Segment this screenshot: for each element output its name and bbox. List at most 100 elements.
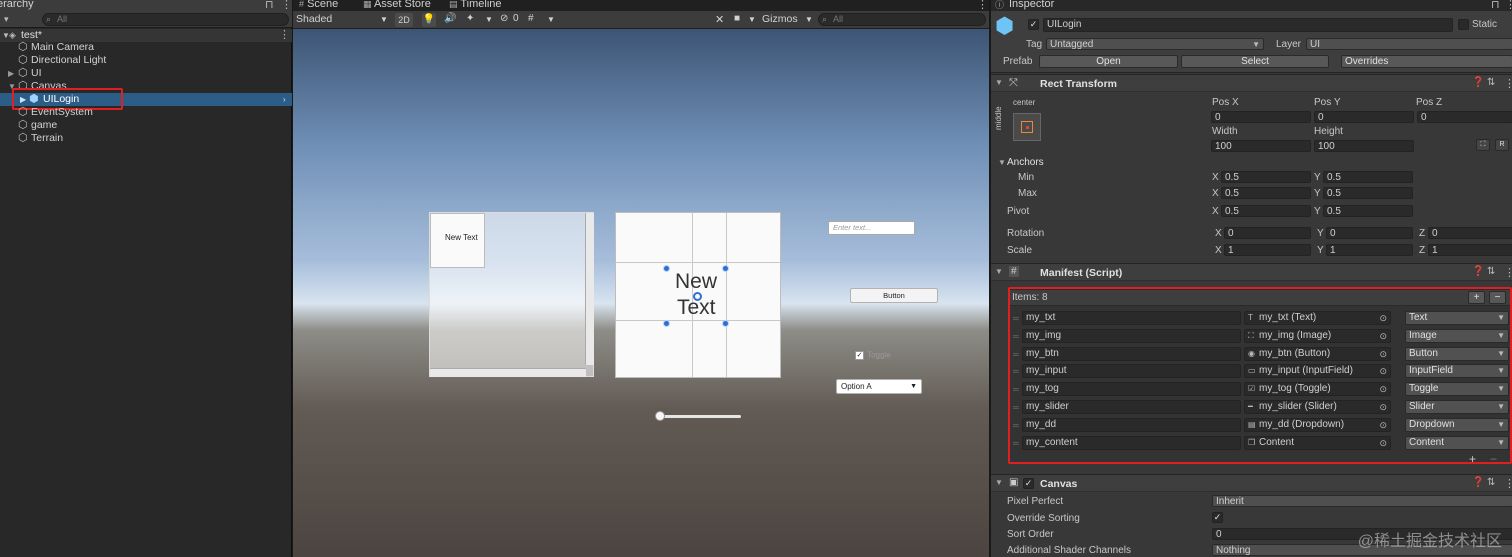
component-menu-icon[interactable]: ⋮ (1504, 479, 1512, 490)
slider-preview[interactable] (655, 411, 741, 421)
scroll-view-preview[interactable]: New Text (429, 212, 594, 377)
hierarchy-tab[interactable]: erarchy ⊓ ⋮ (0, 0, 292, 12)
chevron-down-icon[interactable]: ▼ (547, 15, 555, 24)
preset-icon[interactable]: ⇅ (1487, 77, 1495, 88)
inspector-tab[interactable]: ⓘ Inspector ⊓ ⋮ (991, 0, 1512, 11)
scene-menu-icon[interactable]: ⋮ (279, 30, 290, 41)
toggle-2d-button[interactable]: 2D (395, 13, 413, 27)
pos-y-field[interactable]: 0 (1314, 111, 1414, 123)
slider-handle[interactable] (655, 411, 665, 421)
tab-scene[interactable]: # Scene (299, 0, 338, 10)
override-sorting-checkbox[interactable]: ✓ (1212, 512, 1223, 523)
grid-snap-icon[interactable]: # (528, 13, 534, 24)
effects-icon[interactable]: ✦ (466, 13, 474, 24)
width-field[interactable]: 100 (1211, 140, 1311, 152)
dropdown-preview[interactable]: Option A ▼ (836, 379, 922, 394)
blueprint-mode-icon[interactable]: ⛶ (1476, 139, 1490, 151)
manifest-header[interactable]: ▼ # Manifest (Script) ❓ ⇅ ⋮ (991, 263, 1512, 281)
expand-arrow-icon[interactable]: ▶ (8, 67, 14, 80)
tab-asset-store[interactable]: ▦ Asset Store (363, 0, 431, 10)
resize-handle[interactable] (722, 265, 729, 272)
anchor-max-x-field[interactable]: 0.5 (1221, 187, 1311, 199)
tools-icon[interactable]: ✕ (715, 13, 724, 26)
scene-menu-icon[interactable]: ⋮ (977, 0, 988, 11)
layer-dropdown[interactable]: UI (1306, 38, 1512, 50)
raw-edit-button[interactable]: R (1495, 139, 1509, 151)
rotation-y-field[interactable]: 0 (1326, 227, 1413, 239)
anchor-preset-button[interactable] (1013, 113, 1041, 141)
tab-timeline[interactable]: ▤ Timeline (449, 0, 502, 10)
collapse-arrow-icon[interactable]: ▼ (995, 267, 1003, 276)
preset-icon[interactable]: ⇅ (1487, 477, 1495, 488)
tag-dropdown[interactable]: Untagged ▼ (1046, 38, 1264, 50)
prefab-select-button[interactable]: Select (1181, 55, 1329, 68)
component-menu-icon[interactable]: ⋮ (1504, 79, 1512, 90)
audio-icon[interactable]: 🔊 (444, 13, 456, 24)
hierarchy-item-directional-light[interactable]: ⬡ Directional Light (0, 54, 292, 67)
toggle-preview[interactable]: ✓ Toggle (855, 349, 891, 361)
input-field-preview[interactable]: Enter text... (828, 221, 915, 235)
vertical-scrollbar[interactable] (585, 213, 594, 365)
scale-z-field[interactable]: 1 (1428, 244, 1512, 256)
anchor-max-y-field[interactable]: 0.5 (1323, 187, 1413, 199)
canvas-enabled-checkbox[interactable]: ✓ (1023, 478, 1034, 489)
pivot-y-field[interactable]: 0.5 (1323, 205, 1413, 217)
height-field[interactable]: 100 (1314, 140, 1414, 152)
pivot-x-field[interactable]: 0.5 (1221, 205, 1311, 217)
lock-icon[interactable]: ⊓ (1491, 0, 1500, 11)
gizmos-button[interactable]: Gizmos (762, 13, 798, 25)
resize-handle[interactable] (722, 320, 729, 327)
chevron-right-icon[interactable]: › (283, 93, 286, 106)
collapse-arrow-icon[interactable]: ▼ (998, 158, 1006, 167)
canvas-header[interactable]: ▼ ▣ ✓ Canvas ❓ ⇅ ⋮ (991, 474, 1512, 492)
pos-x-field[interactable]: 0 (1211, 111, 1311, 123)
scale-x-field[interactable]: 1 (1224, 244, 1311, 256)
pixel-perfect-dropdown[interactable]: Inherit (1212, 495, 1512, 507)
hierarchy-search-input[interactable]: ⌕ All (42, 13, 289, 26)
lighting-icon[interactable]: 💡 (422, 13, 436, 27)
camera-icon[interactable]: ■ (734, 13, 740, 24)
anchor-min-x-field[interactable]: 0.5 (1221, 171, 1311, 183)
chevron-down-icon[interactable]: ▼ (805, 15, 813, 24)
horizontal-scrollbar[interactable] (430, 368, 586, 377)
rect-transform-header[interactable]: ▼ ⤧ Rect Transform ❓ ⇅ ⋮ (991, 74, 1512, 92)
prefab-open-button[interactable]: Open (1039, 55, 1178, 68)
pivot-handle[interactable] (693, 292, 702, 301)
rotation-x-field[interactable]: 0 (1224, 227, 1311, 239)
lock-icon[interactable]: ⊓ (265, 0, 274, 11)
hierarchy-item-terrain[interactable]: ⬡ Terrain (0, 132, 292, 145)
hierarchy-item-game[interactable]: ⬡ game (0, 119, 292, 132)
hidden-objects-icon[interactable]: ⊘ (500, 13, 508, 24)
static-checkbox[interactable] (1458, 19, 1469, 30)
create-icon[interactable]: ▾ (4, 14, 9, 25)
kebab-menu-icon[interactable]: ⋮ (1505, 0, 1512, 11)
scene-viewport[interactable]: New Text New Text Enter text... Button ✓… (293, 29, 989, 557)
hierarchy-item-eventsystem[interactable]: ⬡ EventSystem (0, 106, 292, 119)
help-icon[interactable]: ❓ (1472, 477, 1484, 488)
object-name-field[interactable]: UILogin (1043, 18, 1453, 32)
resize-handle[interactable] (663, 320, 670, 327)
hierarchy-item-main-camera[interactable]: ⬡ Main Camera (0, 41, 292, 54)
uilogin-rect[interactable]: New Text (615, 212, 781, 378)
hierarchy-item-ui[interactable]: ▶ ⬡ UI (0, 67, 292, 80)
help-icon[interactable]: ❓ (1472, 77, 1484, 88)
button-preview[interactable]: Button (850, 288, 938, 303)
active-checkbox[interactable]: ✓ (1028, 19, 1039, 30)
rotation-z-field[interactable]: 0 (1428, 227, 1512, 239)
resize-handle[interactable] (663, 265, 670, 272)
kebab-menu-icon[interactable]: ⋮ (281, 0, 292, 11)
chevron-down-icon[interactable]: ▼ (380, 15, 388, 24)
preset-icon[interactable]: ⇅ (1487, 266, 1495, 277)
scene-search-input[interactable]: ⌕ All (818, 13, 986, 26)
help-icon[interactable]: ❓ (1472, 266, 1484, 277)
chevron-down-icon[interactable]: ▼ (485, 15, 493, 24)
pos-z-field[interactable]: 0 (1417, 111, 1512, 123)
chevron-down-icon[interactable]: ▼ (748, 15, 756, 24)
anchor-min-y-field[interactable]: 0.5 (1323, 171, 1413, 183)
collapse-arrow-icon[interactable]: ▼ (995, 478, 1003, 487)
component-menu-icon[interactable]: ⋮ (1504, 268, 1512, 279)
collapse-arrow-icon[interactable]: ▼ (995, 78, 1003, 87)
scale-y-field[interactable]: 1 (1326, 244, 1413, 256)
prefab-overrides-dropdown[interactable]: Overrides (1341, 55, 1512, 68)
shading-mode-dropdown[interactable]: Shaded (296, 13, 332, 25)
